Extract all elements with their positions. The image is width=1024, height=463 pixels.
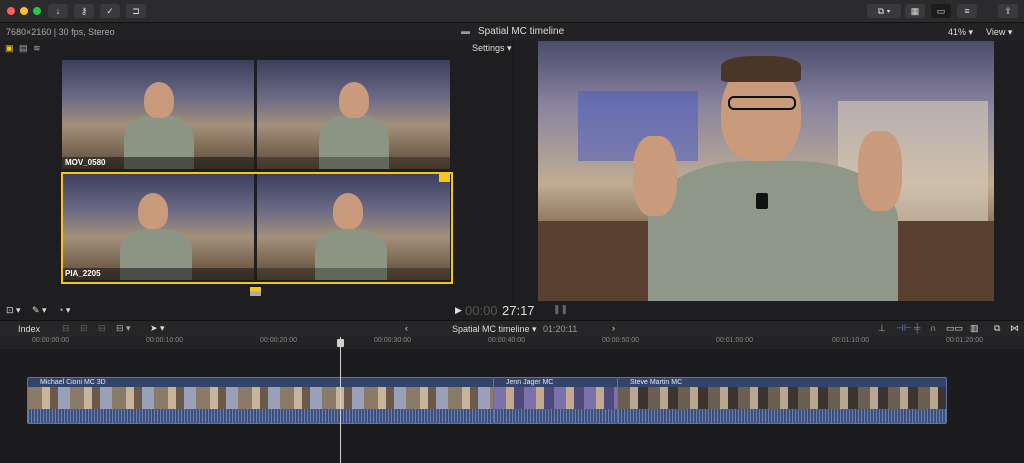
layout-icon: ⧉ ▾ [877, 6, 891, 16]
share-button[interactable]: ⇪ [998, 4, 1018, 18]
ruler-tick: 00:00:20:00 [260, 337, 297, 344]
ruler-tick: 00:00:50:00 [602, 337, 639, 344]
tag-icon: ⊐ [132, 6, 140, 16]
workspace-menu-button[interactable]: ⧉ ▾ [867, 4, 901, 18]
ruler-tick: 00:01:10:00 [832, 337, 869, 344]
clip-filmstrip [618, 387, 946, 409]
headphones-icon[interactable]: ∩ [930, 323, 936, 333]
insert-clip-icon[interactable]: ⊟ [80, 323, 88, 334]
connect-clip-icon[interactable]: ⊟ [62, 323, 70, 334]
glasses [728, 96, 796, 110]
angle-label: MOV_0580 [62, 157, 254, 169]
title-bar: ↓ ⚷ ✓ ⊐ ⧉ ▾ ▦ ▭ ≡ ⇪ [0, 0, 1024, 23]
timeline-duration: 01:20:11 [543, 324, 578, 334]
multicam-clip[interactable]: Michael Cioni MC 3D [27, 377, 494, 424]
minimize-window-button[interactable] [20, 7, 28, 15]
key-icon: ⚷ [80, 6, 88, 16]
ruler-tick: 00:00:10:00 [146, 337, 183, 344]
left-hand [633, 136, 677, 216]
right-hand [858, 131, 902, 211]
video-switch-icon[interactable]: ▤ [19, 43, 28, 54]
settings-menu[interactable]: Settings ▾ [472, 43, 512, 54]
angle-thumbnail[interactable] [257, 173, 450, 280]
angle-viewer: ▣ ▤ ≋ Settings ▾ MOV_0580 PIA_2205 [0, 40, 512, 302]
overwrite-clip-icon[interactable]: ⊟ ▾ [116, 323, 131, 334]
select-tool-icon[interactable]: ➤ ▾ [150, 323, 165, 334]
retime-menu-icon[interactable]: ◔ ▾ [58, 305, 70, 316]
skimming-icon[interactable]: ⊥ [878, 323, 886, 334]
history-forward-icon[interactable]: › [612, 323, 615, 333]
ruler-tick: 00:00:00:00 [32, 337, 69, 344]
clapper-icon: ▬ [461, 26, 470, 36]
clip-waveform [494, 409, 617, 423]
append-clip-icon[interactable]: ⊟ [98, 323, 106, 334]
effects-browser-icon[interactable]: ⧉ [994, 323, 1000, 334]
clip-filmstrip [28, 387, 493, 409]
clip-name: Steve Martin MC [618, 378, 946, 387]
multicam-clip[interactable]: Steve Martin MC [617, 377, 947, 424]
import-button[interactable]: ↓ [48, 4, 68, 18]
lav-mic [756, 193, 768, 209]
view-menu[interactable]: View ▾ [986, 27, 1012, 38]
history-back-icon[interactable]: ‹ [405, 323, 408, 333]
browser-toggle-button[interactable]: ▦ [905, 4, 925, 18]
clip-appearance-icon[interactable]: ▥ [970, 323, 979, 334]
project-title: Spatial MC timeline [478, 26, 565, 37]
hair [721, 56, 801, 82]
timeline-header: Index ⊟ ⊟ ⊟ ⊟ ▾ ➤ ▾ ‹ Spatial MC timelin… [0, 320, 1024, 338]
format-label: 7680×2160 | 30 fps, Stereo [6, 27, 115, 37]
audio-skimming-icon[interactable]: ⊣⊢ [896, 323, 912, 334]
download-icon: ↓ [55, 6, 61, 16]
playhead[interactable] [340, 337, 341, 463]
share-icon: ⇪ [1004, 6, 1012, 16]
grid-icon: ▦ [910, 6, 920, 16]
clip-waveform [28, 409, 493, 423]
timecode: 27:17 [502, 303, 535, 318]
angle-thumbnail[interactable]: MOV_0580 [62, 60, 254, 169]
transport-bar: ⊡ ▾ ✎ ▾ ◔ ▾ ▶ 00:00 27:17 ❚❚ [0, 302, 1024, 320]
tags-button[interactable]: ⊐ [126, 4, 146, 18]
close-window-button[interactable] [7, 7, 15, 15]
keywords-button[interactable]: ⚷ [74, 4, 94, 18]
playhead-handle[interactable] [337, 339, 344, 347]
play-button[interactable]: ▶ [455, 305, 462, 316]
viewer [514, 40, 1024, 302]
clip-name: Jenn Jager MC [494, 378, 617, 387]
viewer-toggle-button[interactable]: ▭ [931, 4, 951, 18]
sliders-icon: ≡ [964, 6, 970, 16]
viewer-frame [538, 41, 994, 301]
background-tasks-button[interactable]: ✓ [100, 4, 120, 18]
timeline-title-menu[interactable]: Spatial MC timeline ▾ [452, 324, 537, 335]
ruler-tick: 00:00:40:00 [488, 337, 525, 344]
clip-waveform [618, 409, 946, 423]
multicam-clip[interactable]: Jenn Jager MC [493, 377, 618, 424]
checkmark-icon: ✓ [106, 6, 114, 16]
enhancements-menu-icon[interactable]: ✎ ▾ [32, 305, 47, 316]
active-angle-badge-icon [439, 172, 450, 182]
timecode-leading: 00:00 [465, 303, 498, 318]
zoom-window-button[interactable] [33, 7, 41, 15]
clip-filmstrip [494, 387, 617, 409]
transform-menu-icon[interactable]: ⊡ ▾ [6, 305, 21, 316]
solo-icon[interactable]: ╪ [914, 323, 920, 333]
audio-switch-icon[interactable]: ≋ [33, 43, 41, 54]
zoom-popup[interactable]: 41% ▾ [948, 27, 973, 38]
active-angle-thumbnail[interactable]: PIA_2205 [62, 173, 254, 280]
video-audio-switch-icon[interactable]: ▣ [5, 43, 14, 54]
ruler-tick: 00:00:30:00 [374, 337, 411, 344]
info-bar: 7680×2160 | 30 fps, Stereo ▬ Spatial MC … [0, 23, 1024, 40]
angle-thumbnail[interactable] [257, 60, 450, 169]
angle-page-icon[interactable] [250, 287, 261, 296]
angle-label: PIA_2205 [62, 268, 254, 280]
clip-name: Michael Cioni MC 3D [28, 378, 493, 387]
snapping-icon[interactable]: ▭▭ [946, 323, 963, 334]
viewer-icon: ▭ [936, 6, 946, 16]
pause-indicator-icon: ❚❚ [553, 304, 569, 314]
ruler-tick: 00:01:00:00 [716, 337, 753, 344]
ruler-tick: 00:01:20:00 [946, 337, 983, 344]
transitions-browser-icon[interactable]: ⋈ [1010, 323, 1019, 334]
index-button[interactable]: Index [18, 324, 40, 334]
inspector-toggle-button[interactable]: ≡ [957, 4, 977, 18]
